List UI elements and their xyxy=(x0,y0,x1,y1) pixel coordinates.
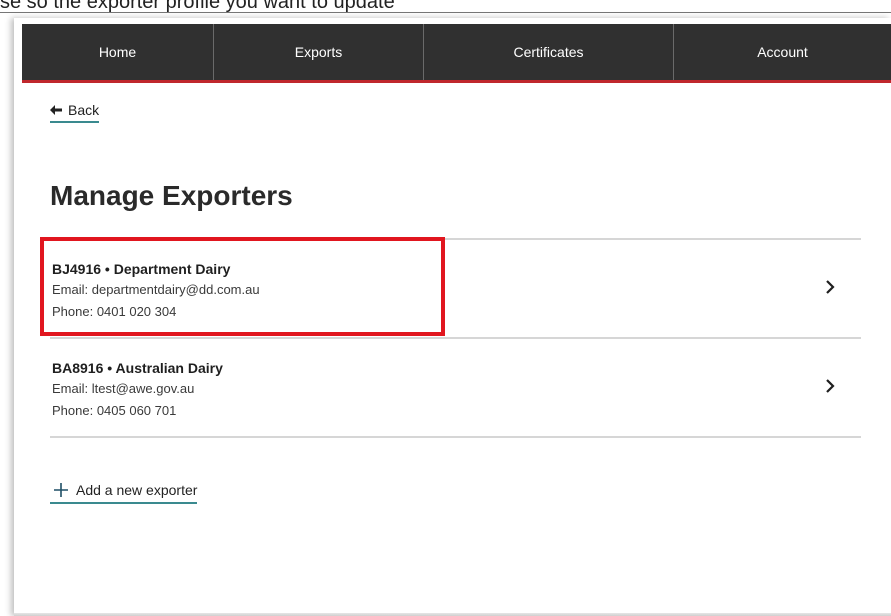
exporter-details: BJ4916 • Department Dairy Email: departm… xyxy=(52,259,260,323)
chevron-right-icon[interactable] xyxy=(825,379,835,393)
instruction-text: se so the exporter profile you want to u… xyxy=(0,0,395,13)
nav-item-certificates[interactable]: Certificates xyxy=(424,24,674,80)
plus-icon xyxy=(54,483,68,497)
exporter-item[interactable]: BJ4916 • Department Dairy Email: departm… xyxy=(50,240,861,337)
page: se so the exporter profile you want to u… xyxy=(0,0,891,616)
exporter-details: BA8916 • Australian Dairy Email: ltest@a… xyxy=(52,358,223,422)
exporter-item[interactable]: BA8916 • Australian Dairy Email: ltest@a… xyxy=(50,339,861,436)
page-title: Manage Exporters xyxy=(50,180,293,211)
back-label: Back xyxy=(68,102,100,118)
exporter-phone: Phone: 0405 060 701 xyxy=(52,403,177,418)
exporter-email: Email: departmentdairy@dd.com.au xyxy=(52,282,260,297)
nav-item-account[interactable]: Account xyxy=(674,24,891,80)
divider xyxy=(0,12,891,13)
back-link[interactable]: Back xyxy=(50,102,100,123)
list-divider xyxy=(50,436,861,438)
add-exporter-link[interactable]: Add a new exporter xyxy=(50,482,198,504)
exporter-email: Email: ltest@awe.gov.au xyxy=(52,381,195,396)
main-nav: Home Exports Certificates Account xyxy=(22,24,891,83)
chevron-right-icon[interactable] xyxy=(825,280,835,294)
arrow-left-icon xyxy=(50,105,62,115)
exporter-phone: Phone: 0401 020 304 xyxy=(52,304,177,319)
exporter-title: BJ4916 • Department Dairy xyxy=(52,261,231,277)
add-exporter-label: Add a new exporter xyxy=(76,482,198,498)
exporter-title: BA8916 • Australian Dairy xyxy=(52,360,223,376)
nav-item-home[interactable]: Home xyxy=(22,24,214,80)
nav-item-exports[interactable]: Exports xyxy=(214,24,424,80)
exporter-list: BJ4916 • Department Dairy Email: departm… xyxy=(50,238,861,438)
